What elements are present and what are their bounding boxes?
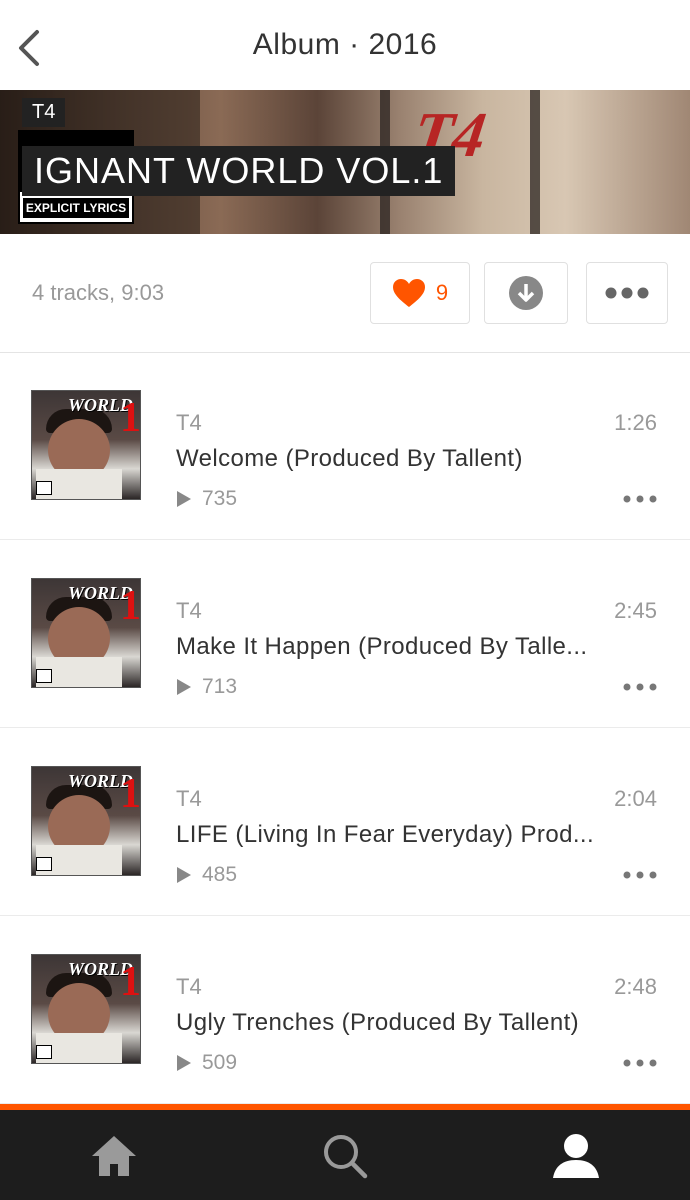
- track-artist[interactable]: T4: [176, 786, 202, 812]
- track-more-icon[interactable]: [623, 1056, 657, 1070]
- tab-profile[interactable]: [546, 1128, 606, 1184]
- play-count-value: 713: [202, 675, 238, 698]
- more-icon: [605, 287, 649, 299]
- page-title: Album · 2016: [252, 28, 438, 61]
- track-artwork: WORLD 1: [31, 390, 141, 500]
- artwork-one-text: 1: [120, 771, 141, 817]
- artwork-one-text: 1: [120, 395, 141, 441]
- play-count: 485: [176, 863, 237, 887]
- track-row[interactable]: WORLD 1 T4 2:48 Ugly Trenches (Produced …: [0, 916, 690, 1104]
- track-artwork: WORLD 1: [31, 578, 141, 688]
- like-count: 9: [435, 280, 449, 305]
- artwork-one-text: 1: [120, 959, 141, 1005]
- play-count-value: 509: [202, 1051, 238, 1074]
- advisory-bottom-text: EXPLICIT LYRICS: [23, 198, 129, 218]
- track-more-icon[interactable]: [623, 492, 657, 506]
- track-duration: 1:26: [614, 410, 657, 435]
- track-duration: 2:04: [614, 786, 657, 811]
- artwork-one-text: 1: [120, 583, 141, 629]
- track-artwork: WORLD 1: [31, 954, 141, 1064]
- track-title[interactable]: Welcome (Produced By Tallent): [176, 445, 612, 473]
- user-icon: [553, 1134, 599, 1178]
- track-more-icon[interactable]: [623, 680, 657, 694]
- track-title[interactable]: LIFE (Living In Fear Everyday) Prod...: [176, 821, 612, 849]
- hero-frame-band: [530, 90, 540, 234]
- tab-search[interactable]: [315, 1128, 375, 1184]
- track-duration: 2:48: [614, 974, 657, 999]
- heart-icon: [392, 279, 425, 307]
- track-duration: 2:45: [614, 598, 657, 623]
- play-icon: [177, 1055, 191, 1071]
- album-artist-label[interactable]: T4: [22, 98, 66, 127]
- more-options-button[interactable]: [586, 262, 668, 324]
- like-button[interactable]: 9: [370, 262, 470, 324]
- track-title[interactable]: Ugly Trenches (Produced By Tallent): [176, 1009, 612, 1037]
- home-icon: [92, 1136, 136, 1176]
- track-title[interactable]: Make It Happen (Produced By Talle...: [176, 633, 612, 661]
- track-artist[interactable]: T4: [176, 410, 202, 436]
- album-meta-row: 4 tracks, 9:03 9: [0, 234, 690, 353]
- track-row[interactable]: WORLD 1 T4 2:45 Make It Happen (Produced…: [0, 540, 690, 728]
- play-count: 713: [176, 675, 237, 699]
- album-title: IGNANT WORLD VOL.1: [22, 146, 456, 196]
- tracks-summary: 4 tracks, 9:03: [32, 280, 165, 305]
- track-more-icon[interactable]: [623, 868, 657, 882]
- bottom-tab-bar: [0, 1110, 690, 1200]
- download-button[interactable]: [484, 262, 568, 324]
- top-nav-bar: Album · 2016: [0, 0, 690, 90]
- tab-home[interactable]: [84, 1128, 144, 1184]
- track-row[interactable]: WORLD 1 T4 2:04 LIFE (Living In Fear Eve…: [0, 728, 690, 916]
- track-artwork: WORLD 1: [31, 766, 141, 876]
- track-row[interactable]: WORLD 1 T4 1:26 Welcome (Produced By Tal…: [0, 352, 690, 540]
- play-count-value: 735: [202, 487, 238, 510]
- play-icon: [177, 679, 191, 695]
- play-count: 509: [176, 1051, 237, 1075]
- search-icon: [324, 1135, 368, 1179]
- play-icon: [177, 867, 191, 883]
- play-icon: [177, 491, 191, 507]
- download-icon: [509, 276, 543, 310]
- track-artist[interactable]: T4: [176, 974, 202, 1000]
- play-count-value: 485: [202, 863, 238, 886]
- play-count: 735: [176, 487, 237, 511]
- track-artist[interactable]: T4: [176, 598, 202, 624]
